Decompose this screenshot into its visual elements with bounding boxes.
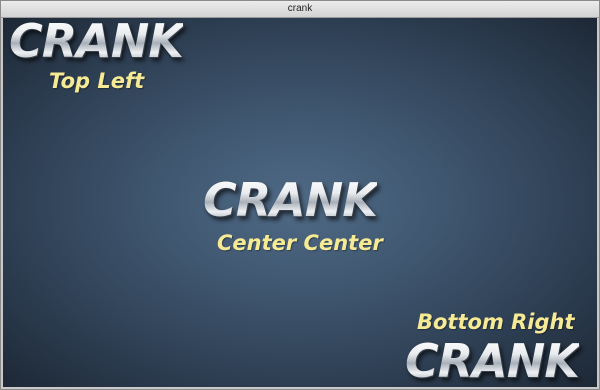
crank-logo-bottom-right: CRANK xyxy=(405,334,580,387)
label-center-center: Center Center xyxy=(217,231,383,255)
app-window: crank CRANK Top Left CRANK Center Center… xyxy=(0,0,600,390)
crank-logo-center: CRANK xyxy=(203,173,378,227)
window-titlebar[interactable]: crank xyxy=(1,1,599,18)
label-top-left: Top Left xyxy=(49,69,145,93)
window-title: crank xyxy=(287,3,313,14)
crank-logo-top-left: CRANK xyxy=(9,18,184,68)
label-bottom-right: Bottom Right xyxy=(417,310,575,334)
render-canvas: CRANK Top Left CRANK Center Center Botto… xyxy=(3,18,597,387)
